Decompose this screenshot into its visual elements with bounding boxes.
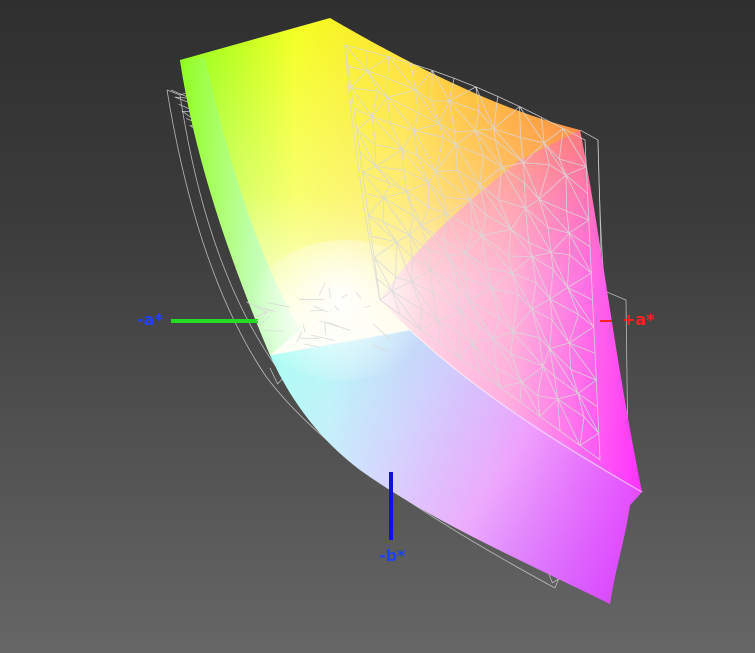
neg-b-axis-label: -b* — [379, 546, 406, 565]
gamut-3d-viewport[interactable]: -a* +a* -b* — [0, 0, 755, 653]
pos-a-axis-label: +a* — [622, 310, 655, 329]
gamut-white-point — [250, 240, 440, 380]
neg-a-axis-label: -a* — [137, 310, 163, 329]
